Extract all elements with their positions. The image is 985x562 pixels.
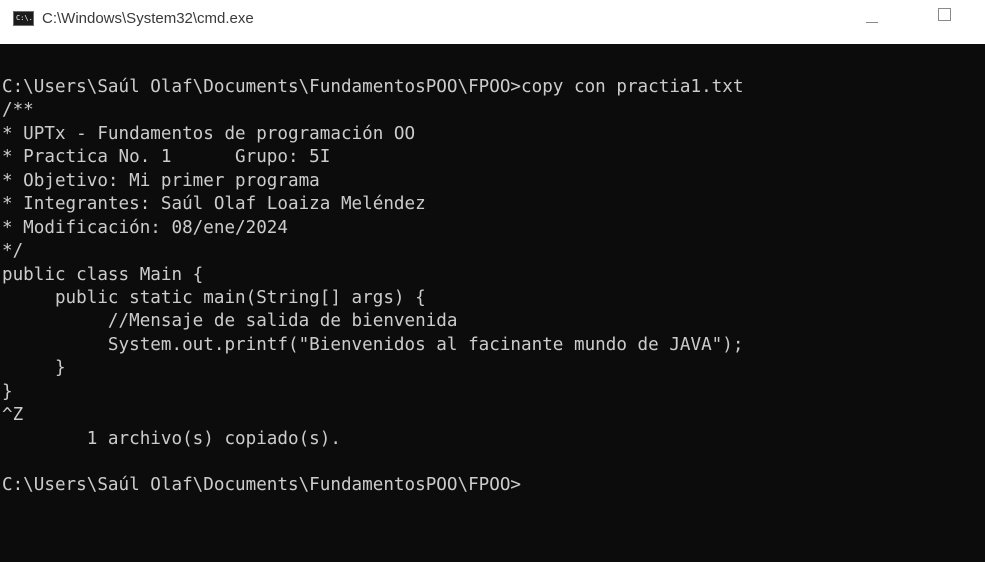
- minimize-icon: [866, 22, 878, 23]
- window-title: C:\Windows\System32\cmd.exe: [42, 10, 254, 27]
- cmd-icon-label: C:\.: [16, 14, 33, 22]
- console-text: C:\Users\Saúl Olaf\Documents\Fundamentos…: [2, 76, 743, 498]
- console-line: * Integrantes: Saúl Olaf Loaiza Meléndez: [2, 194, 426, 215]
- console-line: * Modificación: 08/ene/2024: [2, 217, 288, 238]
- cmd-icon[interactable]: C:\.: [13, 11, 34, 26]
- console-line: }: [2, 381, 13, 402]
- console-line: 1 archivo(s) copiado(s).: [2, 428, 341, 449]
- console-line: public static main(String[] args) {: [2, 287, 426, 308]
- cmd-window: C:\. C:\Windows\System32\cmd.exe C:\User…: [0, 0, 985, 562]
- console-line: * Objetivo: Mi primer programa: [2, 170, 320, 191]
- console-line: System.out.printf("Bienvenidos al facina…: [2, 334, 744, 355]
- console-prompt-line[interactable]: C:\Users\Saúl Olaf\Documents\Fundamentos…: [2, 474, 743, 497]
- console-line: }: [2, 358, 66, 379]
- console-line: */: [2, 241, 24, 262]
- console-line: /**: [2, 100, 34, 121]
- minimize-button[interactable]: [850, 0, 896, 44]
- console-line: ^Z: [2, 405, 24, 426]
- console-line: C:\Users\Saúl Olaf\Documents\Fundamentos…: [2, 77, 744, 97]
- console-line: //Mensaje de salida de bienvenida: [2, 311, 458, 332]
- maximize-icon: [938, 8, 951, 21]
- maximize-button[interactable]: [920, 0, 966, 44]
- console-line: * UPTx - Fundamentos de programación OO: [2, 123, 416, 144]
- console-line: public class Main {: [2, 264, 204, 285]
- console-output[interactable]: C:\Users\Saúl Olaf\Documents\Fundamentos…: [0, 44, 985, 562]
- console-line: * Practica No. 1 Grupo: 5I: [2, 147, 331, 168]
- title-bar[interactable]: C:\. C:\Windows\System32\cmd.exe: [0, 0, 985, 44]
